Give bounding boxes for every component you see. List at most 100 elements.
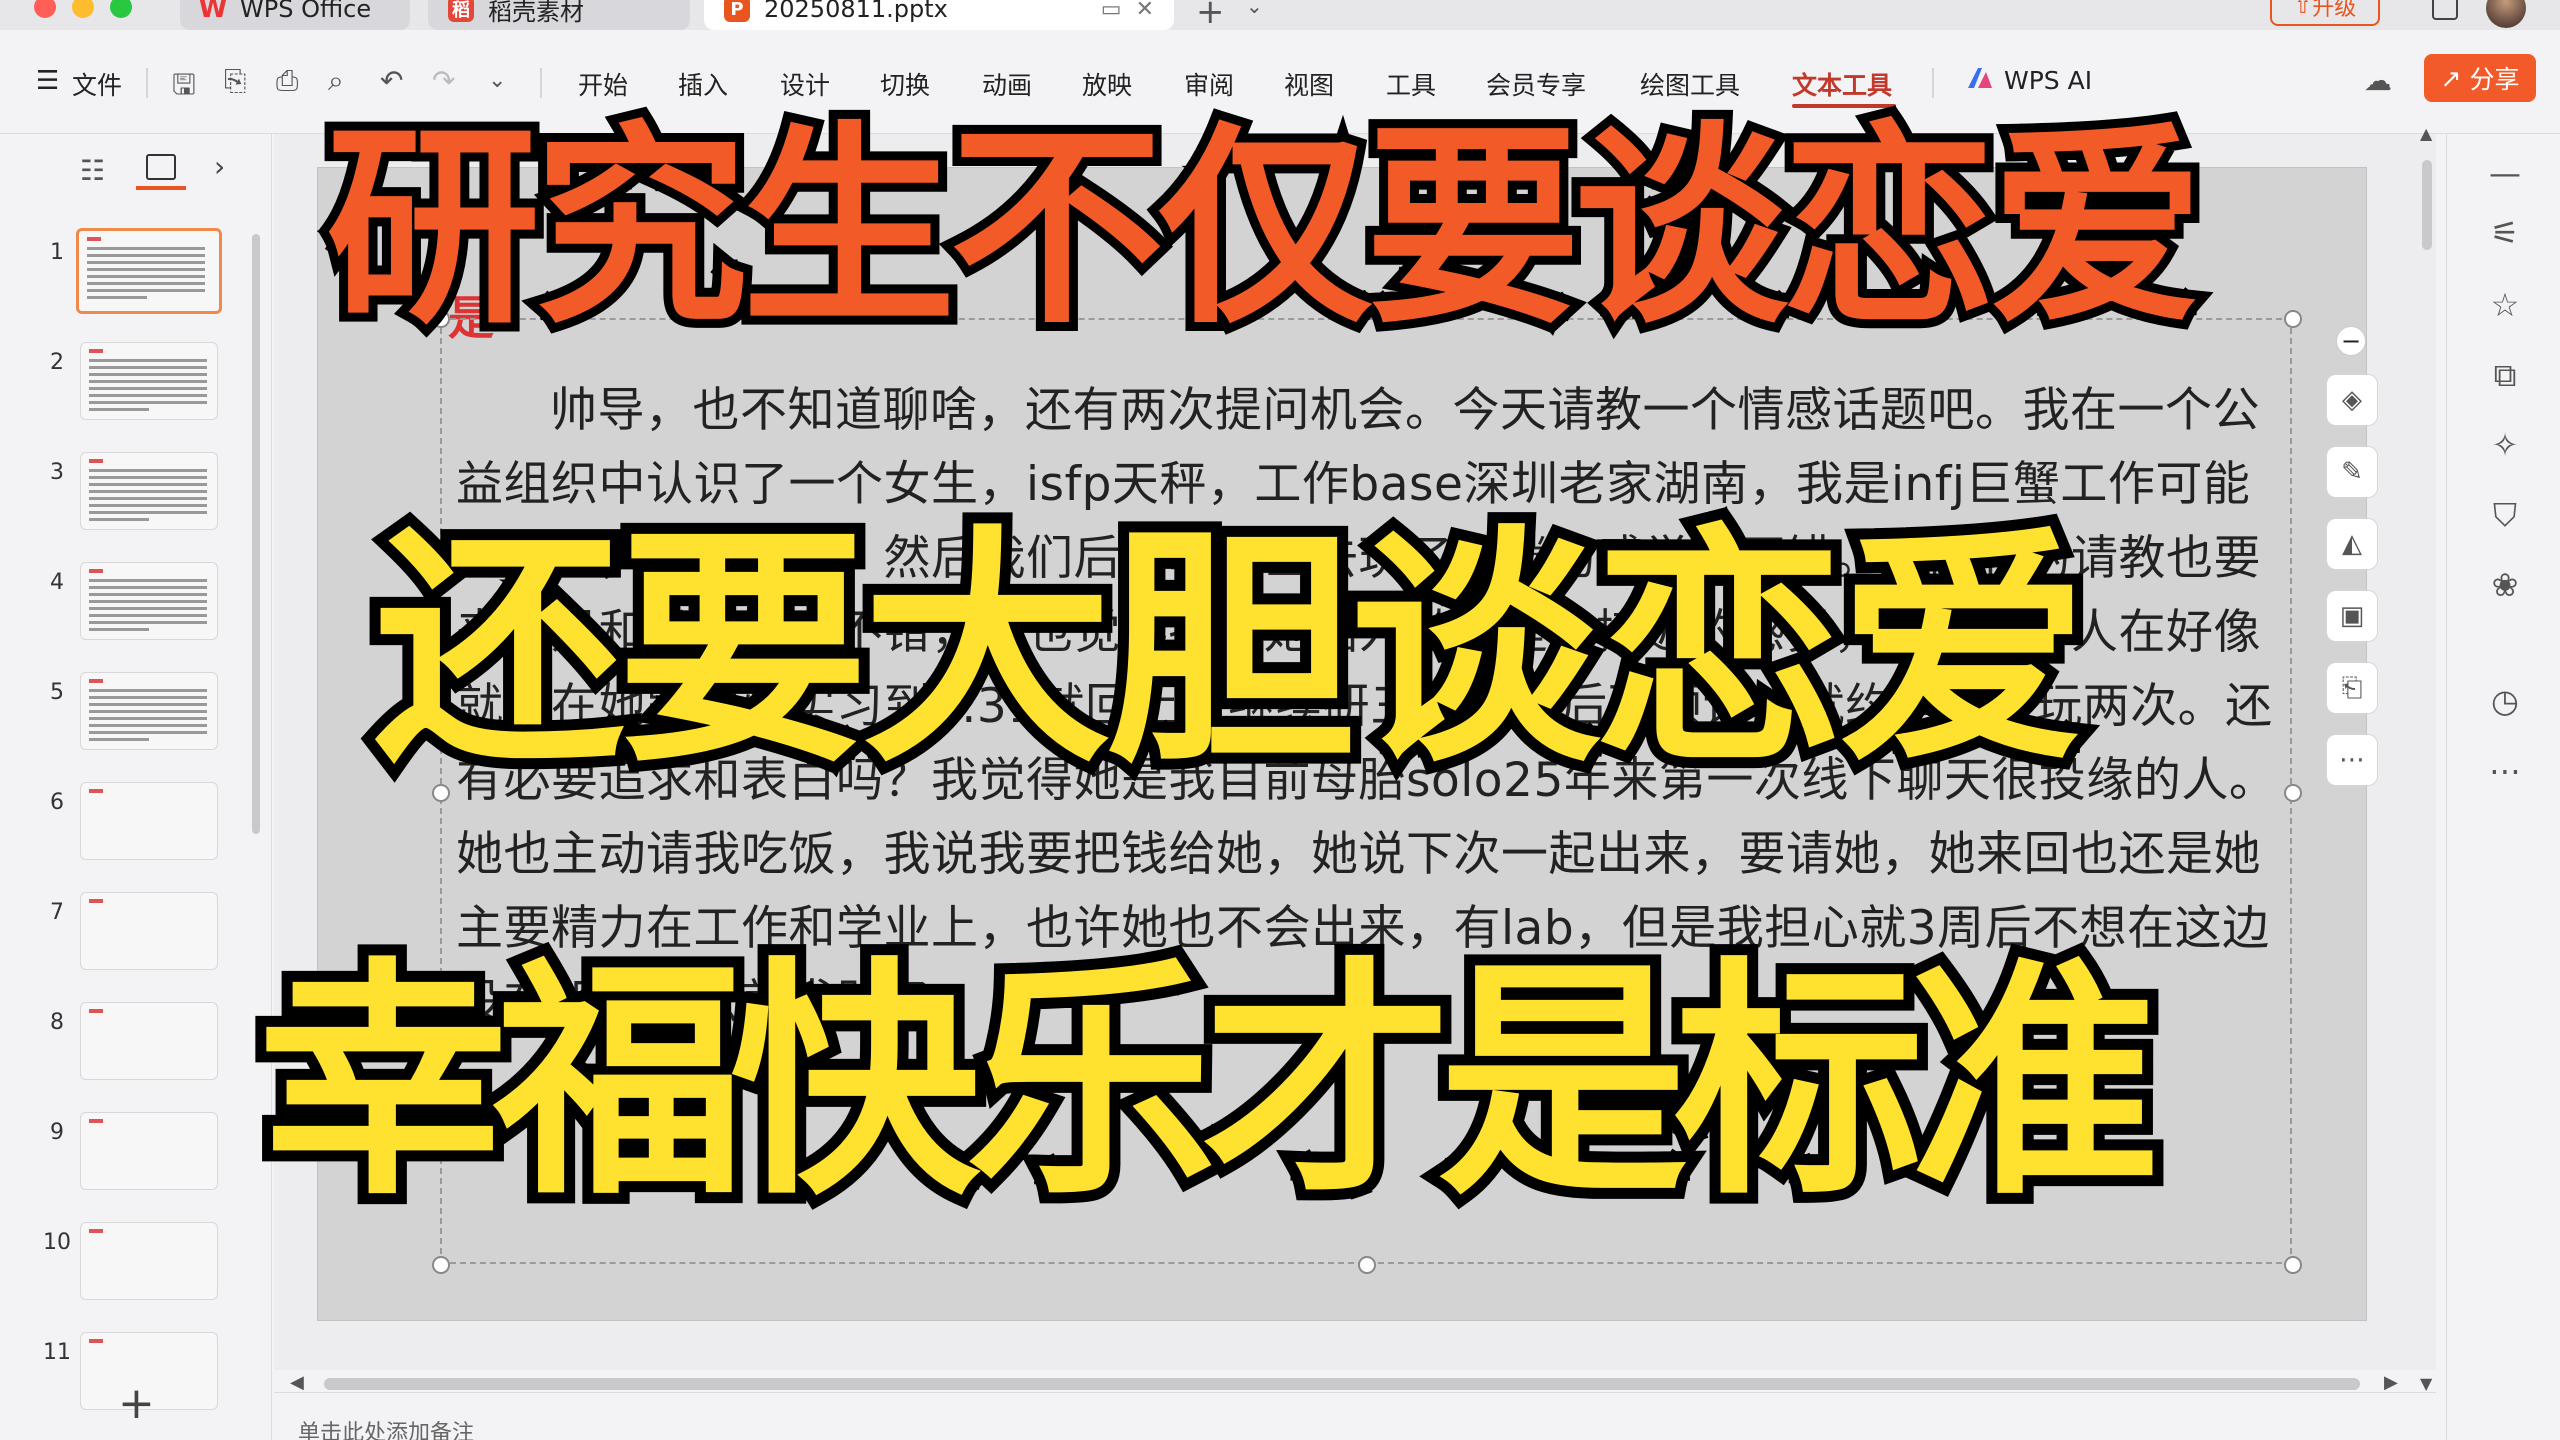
zoom-window-button[interactable] [110, 0, 132, 18]
close-tab-icon[interactable]: ✕ [1136, 0, 1154, 22]
chevron-right-icon[interactable]: › [214, 150, 225, 183]
menu-tools[interactable]: 工具 [1386, 66, 1436, 102]
window-mode-icon[interactable] [2432, 0, 2458, 20]
outline-shape-icon[interactable]: ▣ [2326, 590, 2378, 642]
active-view-indicator [136, 186, 186, 190]
tab-monitor-icon[interactable]: ▭ [1101, 0, 1122, 22]
notes-placeholder[interactable]: 单击此处添加备注 [298, 1415, 474, 1440]
share-button[interactable]: ↗ 分享 [2424, 54, 2536, 102]
resize-handle[interactable] [432, 1256, 450, 1274]
wps-logo-icon: W [198, 0, 228, 24]
menu-animation[interactable]: 动画 [982, 66, 1032, 102]
resize-handle[interactable] [2284, 1256, 2302, 1274]
resize-handle[interactable] [1358, 1256, 1376, 1274]
more-icon[interactable]: ⋯ [2483, 752, 2527, 790]
adjust-sliders-icon[interactable]: ⚟ [2483, 214, 2527, 252]
thumbnail-text-line [89, 401, 207, 404]
resize-handle[interactable] [2284, 784, 2302, 802]
vertical-scrollbar[interactable] [2422, 160, 2432, 250]
tab-wps-office[interactable]: W WPS Office [180, 0, 410, 30]
brush-icon[interactable]: ✎ [2326, 446, 2378, 498]
slide-thumbnail[interactable] [80, 562, 218, 640]
slide-thumbnail[interactable] [76, 228, 222, 314]
slide-thumbnail[interactable] [80, 1002, 218, 1080]
menu-transition[interactable]: 切换 [880, 66, 930, 102]
export-pdf-icon[interactable]: ⎘ [224, 64, 246, 98]
scroll-up-icon[interactable]: ▲ [2420, 124, 2432, 143]
quick-access-chevron-icon[interactable]: ⌄ [488, 68, 506, 93]
panel-scrollbar[interactable] [252, 234, 260, 834]
shape-palette-icon[interactable]: ❀ [2483, 566, 2527, 604]
tab-label: WPS Office [240, 0, 372, 23]
scroll-right-icon[interactable]: ▶ [2384, 1372, 2398, 1393]
thumbnail-text-line [89, 593, 207, 596]
new-tab-button[interactable]: + [1196, 0, 1225, 32]
minimize-window-button[interactable] [72, 0, 94, 18]
upgrade-button[interactable]: ⇧ 升级 [2270, 0, 2380, 26]
star-icon[interactable]: ☆ [2483, 286, 2527, 324]
hamburger-icon[interactable]: ☰ [36, 66, 59, 96]
overlay-headline-1: 研究生不仅要谈恋爱 [317, 104, 2213, 353]
scroll-down-icon[interactable]: ▼ [2420, 1374, 2432, 1393]
menu-view[interactable]: 视图 [1284, 66, 1334, 102]
thumbnail-text-line [87, 261, 205, 264]
avatar[interactable] [2486, 0, 2526, 28]
menu-home[interactable]: 开始 [578, 66, 628, 102]
slide-thumbnail[interactable] [80, 1112, 218, 1190]
slides-view-icon[interactable] [146, 154, 176, 180]
thumbnail-text-line [89, 621, 207, 624]
redo-icon[interactable]: ↷ [432, 64, 455, 97]
menu-insert[interactable]: 插入 [678, 66, 728, 102]
menu-review[interactable]: 审阅 [1184, 66, 1234, 102]
tab-daoke[interactable]: 稻 稻壳素材 [428, 0, 690, 30]
print-preview-icon[interactable]: ⌕ [328, 64, 344, 98]
save-icon[interactable]: 🖫 [172, 64, 196, 112]
print-icon[interactable]: ⎙ [276, 64, 298, 98]
pptx-file-icon: P [724, 0, 750, 22]
thumbnail-text-line [89, 408, 149, 411]
notes-pane[interactable]: 单击此处添加备注 [274, 1392, 2436, 1440]
slide-thumbnail[interactable] [80, 342, 218, 420]
horizontal-scrollbar[interactable] [324, 1378, 2360, 1390]
menu-text-tools[interactable]: 文本工具 [1792, 66, 1892, 102]
magic-wand-icon[interactable]: ✧ [2483, 426, 2527, 464]
slide-thumbnail[interactable] [80, 452, 218, 530]
overlay-headline-2: 还要大胆谈恋爱 [363, 505, 2099, 796]
menu-wps-ai[interactable]: WPS AI [2004, 66, 2092, 95]
slide-number: 3 [50, 460, 64, 485]
tab-current-file[interactable]: P 20250811.pptx ▭ ✕ [704, 0, 1174, 30]
menu-file[interactable]: 文件 [72, 66, 122, 102]
text-effects-icon[interactable]: ⎗ [2326, 662, 2378, 714]
thumbnail-text-line [89, 504, 207, 507]
copy-layout-icon[interactable]: ⧉ [2483, 356, 2527, 395]
scroll-left-icon[interactable]: ◀ [290, 1372, 304, 1393]
history-icon[interactable]: ◷ [2483, 682, 2527, 720]
tab-list-chevron-icon[interactable]: ⌄ [1246, 0, 1263, 18]
layers-icon[interactable]: ◈ [2326, 374, 2378, 426]
divider [1932, 68, 1934, 98]
thumbnail-text-line [87, 289, 205, 292]
outline-view-icon[interactable]: ☷ [80, 154, 105, 187]
fill-color-icon[interactable]: ◭ [2326, 518, 2378, 570]
resize-handle[interactable] [2284, 310, 2302, 328]
shirt-theme-icon[interactable]: ⛉ [2483, 496, 2527, 535]
thumbnail-text-line [89, 731, 207, 734]
add-slide-button[interactable]: + [118, 1378, 155, 1429]
cloud-sync-icon[interactable]: ☁ [2364, 64, 2392, 97]
thumbnail-text-line [89, 738, 149, 741]
slide-thumbnail[interactable] [80, 1222, 218, 1300]
thumbnail-text-line [89, 387, 207, 390]
close-window-button[interactable] [34, 0, 56, 18]
minus-icon[interactable]: — [2483, 154, 2527, 192]
slide-thumbnail[interactable] [80, 892, 218, 970]
menu-member[interactable]: 会员专享 [1486, 66, 1586, 102]
slide-thumbnail[interactable] [80, 672, 218, 750]
menu-slideshow[interactable]: 放映 [1082, 66, 1132, 102]
more-options-icon[interactable]: ⋯ [2326, 734, 2378, 786]
undo-icon[interactable]: ↶ [380, 64, 403, 97]
menu-drawing-tools[interactable]: 绘图工具 [1640, 66, 1740, 102]
menu-design[interactable]: 设计 [780, 66, 830, 102]
collapse-toolbar-icon[interactable]: − [2336, 326, 2366, 356]
slide-thumbnail[interactable] [80, 782, 218, 860]
thumbnail-text-line [89, 586, 207, 589]
